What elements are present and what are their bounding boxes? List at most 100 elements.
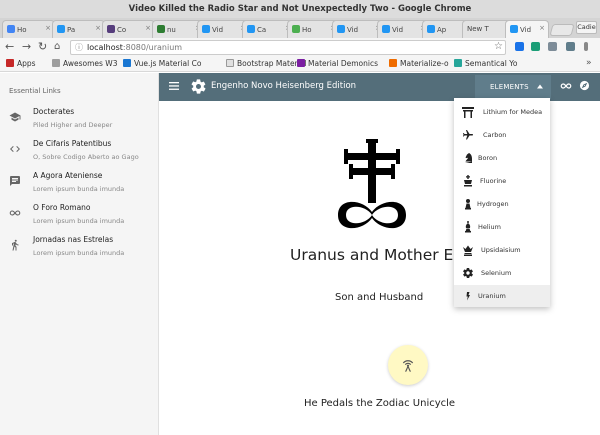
menu-dots-icon[interactable] (584, 42, 588, 51)
tab-favicon (57, 25, 65, 33)
code-icon (10, 146, 20, 152)
close-icon[interactable]: × (95, 24, 101, 32)
menu-item-label: Upsidaisium (481, 246, 521, 254)
bookmark[interactable]: Bootstrap Material (226, 58, 306, 70)
menu-item-fluorine[interactable]: Fluorine (454, 170, 550, 192)
close-icon[interactable]: × (145, 24, 151, 32)
bookmark[interactable]: Material Demonics (297, 58, 378, 70)
chess-queen-icon (463, 245, 473, 256)
radio-tower-button[interactable] (388, 345, 428, 385)
star-icon[interactable]: ☆ (494, 41, 503, 52)
close-icon[interactable]: × (539, 24, 545, 32)
vue-devtools-icon[interactable] (531, 42, 540, 51)
bookmark-icon (297, 59, 305, 67)
menu-item-helium[interactable]: Helium (454, 216, 550, 238)
bookmark[interactable]: Vue.js Material Co (123, 58, 201, 70)
drawer-item-subtitle: Lorem ipsum bunda imunda (33, 249, 125, 257)
tab-label: Vid (347, 26, 359, 34)
radio-tower-icon (402, 360, 414, 372)
drawer-item-title: Docterates (33, 107, 75, 116)
tab[interactable]: Ho × (2, 20, 55, 38)
back-icon[interactable]: ← (5, 40, 14, 54)
elements-menu: Lithium for Medea Carbon Boron Fluorine … (454, 98, 550, 307)
browser-toolbar: ← → ↻ ⌂ ⓘ localhost:8080/uranium (0, 38, 600, 56)
menu-item-label: Lithium for Medea (483, 108, 543, 116)
bookmark-icon (123, 59, 131, 67)
menu-item-uranium[interactable]: Uranium (454, 285, 550, 307)
tab-active[interactable]: Vid × (505, 20, 549, 38)
menu-item-selenium[interactable]: Selenium (454, 262, 550, 284)
infinity-icon[interactable] (560, 81, 572, 91)
home-icon[interactable]: ⌂ (54, 40, 60, 54)
bookmark-label: Apps (17, 59, 36, 68)
sulfur-alchemy-icon (338, 139, 406, 229)
menu-item-label: Selenium (481, 269, 512, 277)
profile-button[interactable]: Cadie (576, 21, 597, 34)
url-path: :8080/uranium (122, 43, 183, 52)
tab-label: Ca (257, 26, 267, 34)
bookmark[interactable]: Materialize-o (389, 58, 449, 70)
menu-item-label: Fluorine (480, 177, 507, 185)
drawer-item[interactable]: O Foro Romano Lorem ipsum bunda imunda (0, 200, 159, 232)
tab[interactable]: Pa × (52, 20, 105, 38)
hero-title: Uranus and Mother Ear (290, 246, 470, 264)
tab-favicon (107, 25, 115, 33)
elements-menu-button[interactable]: ELEMENTS (475, 75, 551, 99)
drawer-item[interactable]: A Agora Ateniense Lorem ipsum bunda imun… (0, 168, 159, 200)
tab-strip: Ho× Pa× Co× nu× Vid× Ca× Ho× Vid× Vid× A… (0, 18, 600, 38)
school-icon (9, 112, 21, 122)
tab-favicon (247, 25, 255, 33)
app-page: Essential Links Docterates Piled Higher … (0, 73, 600, 435)
tab[interactable]: Co × (102, 20, 155, 38)
info-icon[interactable]: ⓘ (75, 41, 83, 54)
bookmark-label: Semantical Yo (465, 59, 518, 68)
bookmark-label: Vue.js Material Co (134, 59, 202, 68)
apps-icon (6, 59, 14, 67)
chess-pawn-icon (465, 199, 471, 210)
menu-item-upsidaisium[interactable]: Upsidaisium (454, 239, 550, 261)
bookmark-apps[interactable]: Apps (6, 58, 36, 70)
window-title: Video Killed the Radio Star and Not Unex… (0, 0, 600, 18)
tab-label: New T (467, 25, 489, 33)
address-bar[interactable]: ⓘ localhost:8080/uranium (70, 40, 506, 55)
bookmark-icon (389, 59, 397, 67)
tab-favicon (382, 25, 390, 33)
menu-item-lithium[interactable]: Lithium for Medea (454, 101, 550, 123)
explore-icon[interactable] (579, 80, 590, 91)
menu-item-carbon[interactable]: Carbon (454, 124, 550, 146)
menu-item-hydrogen[interactable]: Hydrogen (454, 193, 550, 215)
drawer-item-title: A Agora Ateniense (33, 171, 103, 180)
tab-favicon (7, 25, 15, 33)
drawer-item[interactable]: Docterates Piled Higher and Deeper (0, 104, 159, 136)
forward-icon[interactable]: → (22, 40, 31, 54)
extension-icon[interactable] (515, 42, 524, 51)
torii-icon (462, 107, 474, 118)
bookmark[interactable]: Semantical Yo (454, 58, 517, 70)
gear-icon (191, 79, 206, 94)
elements-label: ELEMENTS (490, 83, 529, 91)
extension-icon[interactable] (548, 42, 557, 51)
menu-icon[interactable] (169, 82, 179, 90)
menu-item-label: Helium (478, 223, 501, 231)
app-toolbar: Engenho Novo Heisenberg Edition ELEMENTS (159, 73, 600, 101)
bookmark-label: Awesomes W3 (63, 59, 118, 68)
drawer-item[interactable]: De Cifaris Patentibus O, Sobre Codigo Ab… (0, 136, 159, 168)
bookmarks-bar: Apps Awesomes W3 Vue.js Material Co Boot… (0, 56, 600, 72)
drawer-item-title: De Cifaris Patentibus (33, 139, 112, 148)
menu-item-label: Hydrogen (477, 200, 509, 208)
chess-knight-icon (465, 153, 472, 163)
bookmark[interactable]: Awesomes W3 (52, 58, 117, 70)
bookmark-icon (454, 59, 462, 67)
tab-label: Co (117, 26, 127, 34)
new-tab-button[interactable] (549, 24, 575, 36)
menu-item-boron[interactable]: Boron (454, 147, 550, 169)
close-icon[interactable]: × (45, 24, 51, 32)
bookmark-label: Materialize-o (400, 59, 449, 68)
tab-favicon (202, 25, 210, 33)
bookmarks-overflow-icon[interactable]: » (586, 58, 592, 68)
menu-item-label: Boron (478, 154, 498, 162)
extension-icon[interactable] (566, 42, 575, 51)
drawer-item[interactable]: Jornadas nas Estrelas Lorem ipsum bunda … (0, 232, 159, 264)
reload-icon[interactable]: ↻ (38, 40, 47, 54)
drawer-item-title: O Foro Romano (33, 203, 91, 212)
